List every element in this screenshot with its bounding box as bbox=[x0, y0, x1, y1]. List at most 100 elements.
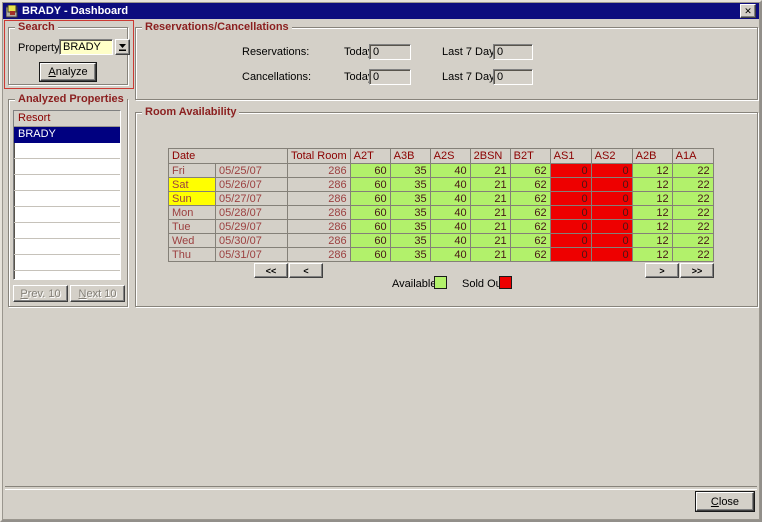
date-cell: 05/28/07 bbox=[216, 206, 288, 220]
date-cell: 05/27/07 bbox=[216, 192, 288, 206]
page-prev-button[interactable]: < bbox=[289, 263, 323, 278]
availability-cell: 21 bbox=[470, 248, 510, 262]
availability-cell: 21 bbox=[470, 206, 510, 220]
footer-divider bbox=[5, 486, 757, 490]
availability-cell: 22 bbox=[672, 164, 713, 178]
table-row: Sat05/26/072866035402162001222 bbox=[169, 178, 714, 192]
search-panel-label: Search bbox=[15, 21, 58, 34]
property-value: BRADY bbox=[63, 41, 101, 53]
availability-cell: 40 bbox=[430, 178, 470, 192]
total-room-cell: 286 bbox=[288, 206, 351, 220]
dashboard-window: BRADY - Dashboard ✕ Search Property BRAD… bbox=[0, 0, 762, 522]
close-window-button[interactable]: ✕ bbox=[740, 4, 756, 18]
availability-cell: 12 bbox=[632, 206, 672, 220]
col-header: AS1 bbox=[550, 149, 591, 164]
room-availability-label: Room Availability bbox=[142, 106, 239, 119]
availability-cell: 0 bbox=[550, 206, 591, 220]
col-header: A2S bbox=[430, 149, 470, 164]
col-header: A2T bbox=[350, 149, 390, 164]
page-last-button[interactable]: >> bbox=[680, 263, 714, 278]
availability-cell: 22 bbox=[672, 206, 713, 220]
table-row: Wed05/30/072866035402162001222 bbox=[169, 234, 714, 248]
total-room-cell: 286 bbox=[288, 234, 351, 248]
total-room-cell: 286 bbox=[288, 178, 351, 192]
col-header: 2BSN bbox=[470, 149, 510, 164]
reservations-today-field[interactable]: 0 bbox=[369, 44, 411, 60]
reservations-panel-label: Reservations/Cancellations bbox=[142, 21, 292, 34]
availability-cell: 22 bbox=[672, 192, 713, 206]
availability-cell: 40 bbox=[430, 248, 470, 262]
availability-cell: 12 bbox=[632, 220, 672, 234]
availability-cell: 60 bbox=[350, 206, 390, 220]
dropdown-arrow-icon bbox=[118, 43, 127, 52]
property-dropdown-button[interactable] bbox=[115, 39, 130, 55]
analyzed-properties-list[interactable]: Resort BRADY bbox=[13, 110, 121, 280]
availability-cell: 62 bbox=[510, 192, 550, 206]
availability-cell: 12 bbox=[632, 192, 672, 206]
reservations-panel: Reservations/Cancellations bbox=[135, 27, 758, 100]
availability-cell: 35 bbox=[390, 220, 430, 234]
availability-cell: 0 bbox=[591, 164, 632, 178]
cancellations-today-field[interactable]: 0 bbox=[369, 69, 411, 85]
page-first-button[interactable]: << bbox=[254, 263, 288, 278]
availability-cell: 21 bbox=[470, 178, 510, 192]
list-item[interactable]: BRADY bbox=[14, 127, 120, 143]
availability-cell: 60 bbox=[350, 178, 390, 192]
list-item-empty bbox=[14, 239, 120, 255]
prev-10-button[interactable]: Prev. 10 bbox=[13, 285, 68, 302]
col-header: Total Room bbox=[288, 149, 351, 164]
availability-cell: 21 bbox=[470, 164, 510, 178]
list-item-empty bbox=[14, 271, 120, 280]
day-cell: Sun bbox=[169, 192, 216, 206]
availability-cell: 21 bbox=[470, 234, 510, 248]
next-10-button[interactable]: Next 10 bbox=[70, 285, 125, 302]
date-cell: 05/26/07 bbox=[216, 178, 288, 192]
day-cell: Tue bbox=[169, 220, 216, 234]
total-room-cell: 286 bbox=[288, 192, 351, 206]
col-header: B2T bbox=[510, 149, 550, 164]
availability-cell: 60 bbox=[350, 164, 390, 178]
availability-cell: 0 bbox=[550, 178, 591, 192]
close-button[interactable]: Close bbox=[696, 492, 754, 511]
day-cell: Fri bbox=[169, 164, 216, 178]
list-item-empty bbox=[14, 143, 120, 159]
col-header: A3B bbox=[390, 149, 430, 164]
analyze-button[interactable]: Analyze bbox=[40, 63, 96, 81]
availability-cell: 12 bbox=[632, 248, 672, 262]
property-combobox[interactable]: BRADY bbox=[59, 39, 113, 55]
cancellations-last7-value: 0 bbox=[497, 71, 503, 83]
cancellations-last7-field[interactable]: 0 bbox=[493, 69, 533, 85]
availability-cell: 35 bbox=[390, 178, 430, 192]
availability-cell: 12 bbox=[632, 164, 672, 178]
table-row: Tue05/29/072866035402162001222 bbox=[169, 220, 714, 234]
title-bar[interactable]: BRADY - Dashboard ✕ bbox=[3, 3, 759, 19]
date-cell: 05/30/07 bbox=[216, 234, 288, 248]
page-next-button[interactable]: > bbox=[645, 263, 679, 278]
day-cell: Sat bbox=[169, 178, 216, 192]
app-icon bbox=[6, 5, 19, 18]
table-row: Mon05/28/072866035402162001222 bbox=[169, 206, 714, 220]
availability-cell: 0 bbox=[591, 234, 632, 248]
legend-available-label: Available bbox=[392, 278, 436, 291]
availability-cell: 0 bbox=[591, 220, 632, 234]
list-column-header: Resort bbox=[14, 111, 120, 127]
availability-cell: 35 bbox=[390, 192, 430, 206]
availability-table: DateTotal RoomA2TA3BA2S2BSNB2TAS1AS2A2BA… bbox=[168, 148, 714, 262]
availability-cell: 62 bbox=[510, 220, 550, 234]
availability-cell: 0 bbox=[550, 248, 591, 262]
availability-cell: 62 bbox=[510, 248, 550, 262]
availability-cell: 0 bbox=[591, 192, 632, 206]
day-cell: Wed bbox=[169, 234, 216, 248]
list-item-empty bbox=[14, 191, 120, 207]
availability-cell: 0 bbox=[550, 164, 591, 178]
availability-cell: 62 bbox=[510, 206, 550, 220]
availability-cell: 21 bbox=[470, 220, 510, 234]
availability-cell: 62 bbox=[510, 164, 550, 178]
availability-cell: 22 bbox=[672, 234, 713, 248]
cancellations-row-label: Cancellations: bbox=[242, 71, 311, 84]
availability-cell: 40 bbox=[430, 220, 470, 234]
cancellations-last7-label: Last 7 Days bbox=[442, 71, 500, 84]
availability-cell: 12 bbox=[632, 234, 672, 248]
cancellations-today-value: 0 bbox=[373, 71, 379, 83]
reservations-last7-field[interactable]: 0 bbox=[493, 44, 533, 60]
